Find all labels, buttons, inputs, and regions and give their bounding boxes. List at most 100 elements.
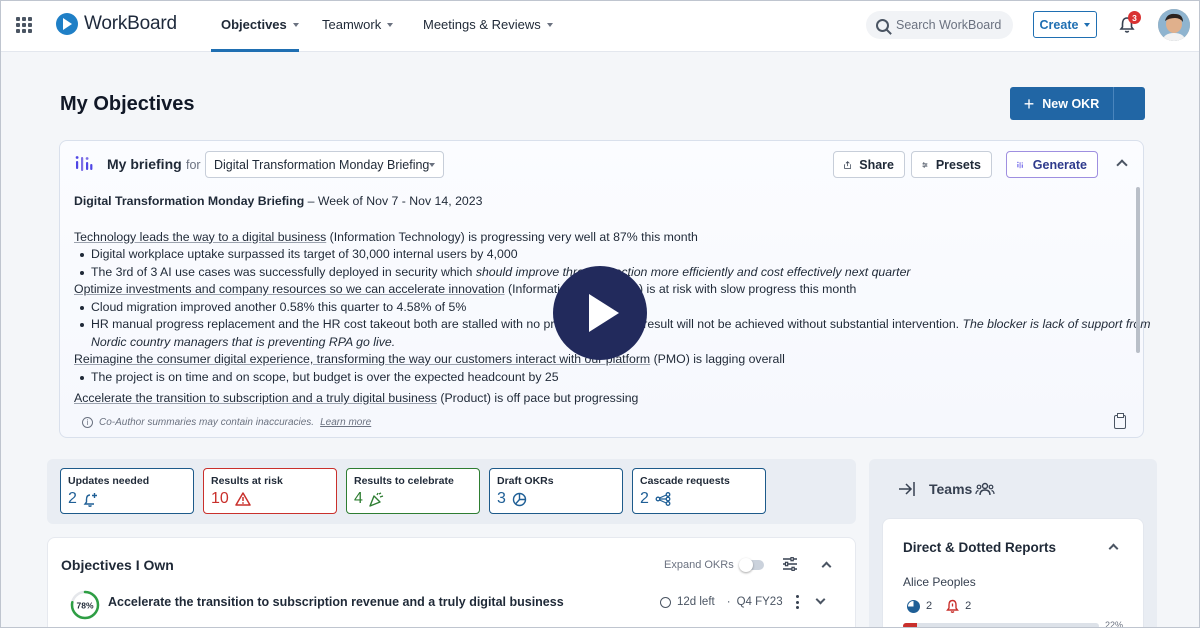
warning-icon [235,492,251,506]
briefing-heading-dates: – Week of Nov 7 - Nov 14, 2023 [304,194,483,208]
stat-value-row: 10 [211,490,329,508]
chevron-down-icon [429,163,435,167]
stat-updates-needed[interactable]: Updates needed 2 [60,468,194,514]
notification-count-badge: 3 [1128,11,1141,24]
workboard-logo[interactable]: WorkBoard [56,13,177,35]
briefing-section: Accelerate the transition to subscriptio… [74,390,1124,408]
collapse-panel-arrow-icon[interactable] [898,481,916,497]
stat-value: 10 [211,490,229,507]
new-okr-main[interactable]: + New OKR [1010,87,1114,120]
pie-draft-icon [512,492,527,506]
stat-value: 2 [68,490,77,507]
objectives-i-own-panel: Objectives I Own Expand OKRs 78% Acceler… [47,537,856,628]
nav-objectives[interactable]: Objectives [221,17,299,32]
report-progress-bar [903,623,1099,628]
stat-label: Draft OKRs [497,475,554,487]
pie-chart-icon [907,599,920,613]
stat-results-to-celebrate[interactable]: Results to celebrate 4 [346,468,480,514]
bullet-italic-text: should improve threat detection more eff… [475,264,911,279]
co-author-sparkle-icon [75,156,93,171]
briefing-heading-title: Digital Transformation Monday Briefing [74,194,305,208]
briefing-bullet: The project is on time and on scope, but… [74,369,1124,387]
briefing-heading: Digital Transformation Monday Briefing –… [74,193,1124,211]
bullet-text: Cloud migration improved another 0.58% t… [91,299,467,314]
info-icon: i [82,417,93,428]
logo-mark-icon [56,13,78,35]
chevron-down-icon [1084,22,1091,27]
collapse-chevron-up-icon[interactable] [1116,159,1128,171]
okr-name[interactable]: Accelerate the transition to subscriptio… [108,595,564,609]
briefing-scrollbar[interactable] [1136,187,1140,353]
clock-icon [660,596,671,608]
nav-meetings-label: Meetings & Reviews [423,17,541,32]
briefing-for-label: for [186,158,201,172]
chevron-down-icon [292,22,299,27]
report-person-stats: 2 2 [907,599,971,613]
stat-cascade-requests[interactable]: Cascade requests 2 [632,468,766,514]
search-input[interactable]: Search WorkBoard [866,11,1013,39]
stat-label: Cascade requests [640,475,730,487]
app-name: WorkBoard [84,13,177,34]
party-popper-icon [369,491,384,507]
stat-draft-okrs[interactable]: Draft OKRs 3 [489,468,623,514]
objective-status-text: (PMO) is lagging overall [650,352,785,366]
team-people-icon [975,482,995,496]
okr-progress-label: 78% [76,601,93,611]
create-button[interactable]: Create [1033,11,1097,38]
expand-chevron-down-icon[interactable] [815,594,826,605]
sliders-icon [922,161,928,168]
okr-time-left: 12d left [677,596,715,608]
more-options-icon[interactable] [796,595,800,609]
disclaimer-text: Co-Author summaries may contain inaccura… [99,417,315,428]
report-alert-count: 2 [965,600,972,612]
expand-okrs-toggle[interactable] [739,558,764,572]
section-title: Objectives I Own [61,557,174,573]
objective-status-text: (Information Technology) is progressing … [326,229,698,244]
objective-link[interactable]: Reimagine the consumer digital experienc… [74,352,650,366]
report-pie-stat[interactable]: 2 [907,599,932,613]
page-title: My Objectives [60,93,195,115]
new-okr-button[interactable]: + New OKR [1010,87,1145,120]
report-person-name[interactable]: Alice Peoples [903,575,976,589]
create-label: Create [1039,17,1079,32]
stat-label: Results to celebrate [354,475,454,487]
objective-link[interactable]: Technology leads the way to a digital bu… [74,230,326,244]
briefing-bullet: Digital workplace uptake surpassed its t… [74,246,1124,264]
collapse-chevron-up-icon[interactable] [1108,543,1119,554]
clipboard-icon[interactable] [1114,413,1126,429]
briefing-section: Technology leads the way to a digital bu… [74,229,1124,247]
objective-link[interactable]: Optimize investments and company resourc… [74,282,505,296]
learn-more-link[interactable]: Learn more [320,417,371,428]
search-icon [876,18,889,32]
user-avatar[interactable] [1158,9,1190,41]
okr-progress-ring: 78% [70,590,100,620]
objective-link[interactable]: Accelerate the transition to subscriptio… [74,391,437,405]
nav-objectives-label: Objectives [221,17,287,32]
bell-plus-icon [83,492,97,507]
filter-sliders-icon[interactable] [782,557,798,571]
bullet-text: Digital workplace uptake surpassed its t… [91,247,518,261]
nav-teamwork[interactable]: Teamwork [322,17,394,32]
app-grid-icon[interactable] [16,17,32,33]
collapse-chevron-up-icon[interactable] [821,561,832,572]
generate-button[interactable]: Generate [1006,151,1098,178]
stat-results-at-risk[interactable]: Results at risk 10 [203,468,337,514]
share-button[interactable]: Share [833,151,905,178]
report-alert-stat[interactable]: 2 [946,599,971,613]
stat-value: 3 [497,490,506,507]
direct-reports-card: Direct & Dotted Reports Alice Peoples 2 … [882,518,1144,628]
presets-button[interactable]: Presets [911,151,992,178]
chevron-down-icon [387,22,394,27]
generate-sparkle-icon [1017,161,1023,168]
video-play-button[interactable] [553,266,647,360]
bullet-italic-text: Nordic country managers that is preventi… [91,334,396,349]
briefing-select[interactable]: Digital Transformation Monday Briefing [205,151,444,178]
new-okr-label: New OKR [1042,96,1100,111]
okr-meta: 12d left · Q4 FY23 [660,596,783,608]
okr-row[interactable]: 78% Accelerate the transition to subscri… [70,589,840,620]
okr-period: Q4 FY23 [736,596,783,608]
presets-label: Presets [935,157,981,172]
top-navigation-bar: WorkBoard Objectives Teamwork Meetings &… [0,0,1200,52]
stat-label: Results at risk [211,475,283,487]
nav-meetings-reviews[interactable]: Meetings & Reviews [423,17,553,32]
